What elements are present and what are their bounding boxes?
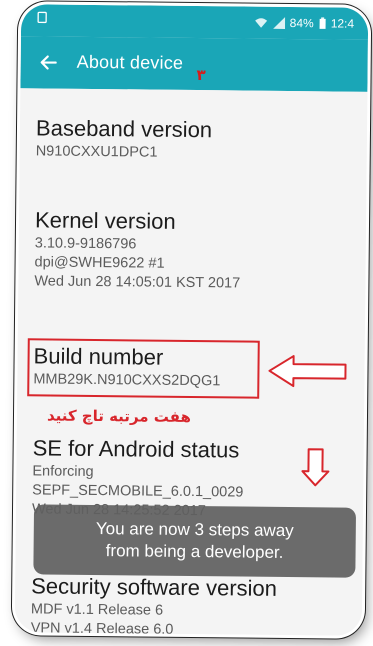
item-title: Baseband version — [35, 115, 213, 143]
build-number-highlight — [27, 338, 260, 399]
wifi-icon — [254, 17, 268, 29]
list-item-kernel-version[interactable]: Kernel version 3.10.9-9186796 dpi@SWHE96… — [34, 206, 356, 294]
developer-steps-toast: You are now 3 steps away from being a de… — [33, 504, 357, 578]
list-item-baseband-version[interactable]: Baseband version N910CXXU1DPC1 — [36, 114, 357, 164]
page-title: About device — [76, 51, 184, 73]
item-value: N910CXXU1DPC1 — [35, 143, 158, 161]
battery-percent: 84% — [289, 16, 314, 31]
status-bar: 84% 12:4 — [20, 4, 369, 40]
app-bar: About device ۳ — [20, 36, 368, 92]
screenshot-stage: 84% 12:4 About device ۳ Baseband version… — [0, 0, 373, 646]
pointing-arrow-left-icon — [268, 355, 347, 388]
back-arrow-icon[interactable] — [39, 52, 59, 72]
phone-screen: 84% 12:4 About device ۳ Baseband version… — [14, 4, 369, 636]
status-icons: 84% 12:4 — [254, 16, 355, 31]
item-value: VPN v1.4 Release 6.0 — [30, 620, 174, 636]
settings-list: Baseband version N910CXXU1DPC1 Kernel ve… — [14, 88, 368, 636]
step-number-annotation: ۳ — [196, 66, 206, 85]
item-title: Kernel version — [34, 207, 176, 234]
tap-seven-times-annotation: هفت مرتبه تاچ کنید — [46, 406, 192, 426]
clock-time: 12:4 — [330, 16, 355, 31]
signal-icon — [272, 16, 285, 29]
notification-icon — [37, 11, 47, 24]
list-item-security-software-version[interactable]: Security software version MDF v1.1 Relea… — [31, 572, 353, 635]
item-value: Wed Jun 28 14:05:01 KST 2017 — [34, 273, 241, 292]
battery-icon — [319, 17, 326, 29]
toast-line-2: from being a developer. — [105, 541, 284, 562]
pointing-arrow-down-icon — [301, 448, 330, 487]
